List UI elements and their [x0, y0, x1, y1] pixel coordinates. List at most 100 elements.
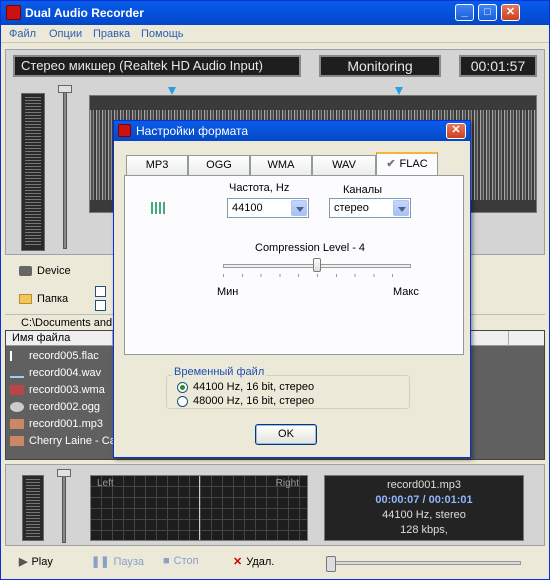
- play-button[interactable]: ▶ Play: [19, 555, 53, 568]
- output-volume-slider[interactable]: [62, 469, 66, 543]
- tab-wma[interactable]: WMA: [250, 155, 312, 175]
- track-time: 00:00:07 / 00:01:01: [375, 494, 473, 506]
- compression-label: Compression Level - 4: [255, 242, 366, 254]
- max-label: Макс: [393, 286, 419, 298]
- channels-select[interactable]: стерео: [329, 198, 411, 218]
- end-marker[interactable]: [395, 87, 403, 95]
- menu-edit[interactable]: Правка: [93, 28, 130, 40]
- nav-folder-label: Папка: [37, 293, 69, 305]
- frequency-select[interactable]: 44100: [227, 198, 309, 218]
- tab-flac-label: FLAC: [399, 158, 428, 170]
- ogg-icon: [10, 402, 24, 413]
- tab-mp3[interactable]: MP3: [126, 155, 188, 175]
- channels-value: стерео: [334, 202, 369, 214]
- play-icon: ▶: [19, 556, 28, 568]
- channels-label: Каналы: [343, 184, 383, 196]
- compression-slider-thumb[interactable]: [313, 258, 321, 272]
- mp3-icon: [10, 419, 24, 430]
- temp-option-1-label[interactable]: 44100 Hz, 16 bit, стерео: [193, 381, 314, 393]
- pause-icon: ❚❚: [91, 556, 110, 568]
- file-row[interactable]: record001.mp3: [10, 418, 103, 430]
- ok-button[interactable]: OK: [255, 424, 317, 445]
- pause-button[interactable]: ❚❚ Пауза: [91, 555, 144, 568]
- min-label: Мин: [217, 286, 239, 298]
- compression-ticks: [223, 274, 411, 277]
- menu-help[interactable]: Помощь: [141, 28, 184, 40]
- meter-left-label: Left: [97, 478, 114, 489]
- folder-icon: [19, 294, 32, 305]
- stop-button[interactable]: ■ Стоп: [163, 555, 199, 567]
- chevron-down-icon[interactable]: [291, 200, 307, 216]
- nav-device-label: Device: [37, 265, 71, 277]
- position-knob[interactable]: [326, 556, 336, 572]
- app-icon: [6, 5, 21, 20]
- player-panel: Left Right record001.mp3 00:00:07 / 00:0…: [5, 464, 545, 546]
- stereo-meter: Left Right: [90, 475, 308, 541]
- close-button[interactable]: ✕: [501, 4, 520, 21]
- column-filename[interactable]: Имя файла: [12, 332, 70, 344]
- track-info: record001.mp3 00:00:07 / 00:01:01 44100 …: [324, 475, 524, 541]
- mp3-icon: [10, 436, 24, 447]
- output-level-meter: [22, 475, 44, 541]
- dialog-icon: [118, 124, 131, 137]
- tab-ogg[interactable]: OGG: [188, 155, 250, 175]
- output-volume-knob[interactable]: [57, 469, 71, 477]
- nav-folder[interactable]: Папка: [19, 293, 68, 305]
- chevron-down-icon[interactable]: [393, 200, 409, 216]
- input-level-meter: [21, 93, 45, 251]
- tab-flac[interactable]: ✔ FLAC: [376, 152, 438, 175]
- menu-bar: Файл Опции Правка Помощь: [1, 25, 549, 43]
- window-title: Dual Audio Recorder: [25, 6, 144, 20]
- maximize-button[interactable]: □: [478, 4, 497, 21]
- nav-device[interactable]: Device: [19, 265, 71, 277]
- input-volume-slider[interactable]: [63, 85, 67, 249]
- track-format: 44100 Hz, stereo: [382, 509, 466, 521]
- frequency-value: 44100: [232, 202, 263, 214]
- delete-icon: ✕: [233, 556, 243, 568]
- menu-file[interactable]: Файл: [9, 28, 36, 40]
- position-slider[interactable]: [326, 556, 521, 572]
- timer-display: 00:01:57: [459, 55, 537, 77]
- mode-display[interactable]: Monitoring: [319, 55, 441, 77]
- tab-wav[interactable]: WAV: [312, 155, 376, 175]
- device-icon: [19, 266, 32, 277]
- file-row[interactable]: record005.flac: [10, 350, 99, 362]
- app-window: Dual Audio Recorder _ □ ✕ Файл Опции Пра…: [0, 0, 550, 580]
- checkbox-2[interactable]: [95, 300, 106, 311]
- file-row[interactable]: record004.wav: [10, 367, 101, 379]
- file-row[interactable]: Cherry Laine - Ca: [10, 435, 116, 447]
- flac-icon: [10, 351, 24, 362]
- minimize-button[interactable]: _: [455, 4, 474, 21]
- temp-file-group: 44100 Hz, 16 bit, стерео 48000 Hz, 16 bi…: [166, 375, 410, 409]
- device-display[interactable]: Стерео микшер (Realtek HD Audio Input): [13, 55, 301, 77]
- flac-settings-icon: [151, 202, 165, 214]
- checkbox-1[interactable]: [95, 286, 106, 297]
- track-bitrate: 128 kbps,: [400, 524, 448, 536]
- meter-right-label: Right: [275, 478, 299, 489]
- temp-option-2-radio[interactable]: [177, 396, 188, 407]
- menu-options[interactable]: Опции: [49, 28, 82, 40]
- format-settings-dialog: Настройки формата ✕ MP3 OGG WMA WAV ✔ FLA…: [113, 120, 471, 458]
- frequency-label: Частота, Hz: [229, 182, 290, 194]
- dialog-close-button[interactable]: ✕: [446, 123, 466, 139]
- check-icon: ✔: [386, 158, 396, 170]
- delete-button[interactable]: ✕ Удал.: [233, 555, 274, 568]
- format-tabs: MP3 OGG WMA WAV ✔ FLAC: [126, 152, 464, 175]
- wav-icon: [10, 368, 24, 379]
- transport-bar: ▶ Play ❚❚ Пауза ■ Стоп ✕ Удал.: [1, 547, 549, 579]
- file-row[interactable]: record002.ogg: [10, 401, 100, 413]
- dialog-title: Настройки формата: [136, 124, 249, 138]
- input-volume-knob[interactable]: [58, 85, 72, 93]
- dialog-title-bar: Настройки формата ✕: [114, 121, 470, 141]
- file-row[interactable]: record003.wma: [10, 384, 105, 396]
- temp-option-2-label[interactable]: 48000 Hz, 16 bit, стерео: [193, 395, 314, 407]
- title-bar: Dual Audio Recorder _ □ ✕: [1, 1, 549, 25]
- stop-icon: ■: [163, 555, 170, 567]
- temp-option-1-radio[interactable]: [177, 382, 188, 393]
- left-nav: Device Папка: [5, 257, 91, 315]
- flac-settings-panel: Частота, Hz 44100 Каналы стерео Compress…: [124, 175, 464, 355]
- temp-file-title: Временный файл: [172, 366, 267, 378]
- start-marker[interactable]: [168, 87, 176, 95]
- track-filename: record001.mp3: [387, 479, 461, 491]
- wma-icon: [10, 385, 24, 396]
